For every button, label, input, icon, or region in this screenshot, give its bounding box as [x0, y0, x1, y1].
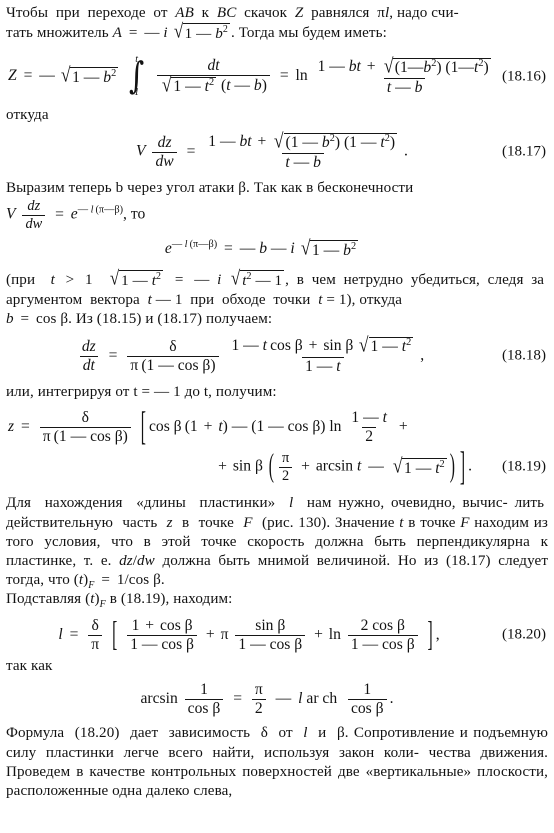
equation-18-19-line2: + sin β (π 2 + arcsin t — √ 1 — t2)]. (18.… — [6, 445, 548, 489]
equation-18-19-line1: z = δπ (1 — cos β) [cos β (1 + t) — (1 —… — [6, 406, 548, 450]
equation-18-18: dz dt = δπ (1 — cos β) 1 — t cos β + sin … — [6, 335, 548, 375]
equation-tag-18-16: (18.16) — [501, 68, 546, 85]
eq-vdzdw-body: V dz dw = e— l (π—β), то — [6, 198, 146, 232]
equation-18-20: l = δπ [ 1 + cos β1 — cos β + π sin β1 —… — [6, 616, 548, 655]
paragraph-1: Чтобы при переходе от AB к BC скачок Z р… — [6, 4, 548, 44]
equation-tag-18-19: (18.19) — [501, 459, 546, 476]
eq-18-16-body: Z = — √ 1 — b2 t ∫ 1 dt √ 1 — t2 (t — b) = ln… — [8, 54, 491, 99]
equation-18-16: Z = — √ 1 — b2 t ∫ 1 dt √ 1 — t2 (t — b) = ln… — [6, 55, 548, 98]
paragraph-8: Формула (18.20) дает зависимость δ от l … — [6, 724, 548, 801]
p6-line1-text: Для нахождения «длины пластинки» l нам н… — [6, 495, 508, 512]
p6-line6-text: Подставляя (t)F в (18.19), находим: — [6, 591, 233, 611]
p4-inline-sqrt-equation: (при t > 1 √ 1 — t2 = — i √ t2 — 1 — [6, 267, 285, 290]
paragraph-3: Выразим теперь b через угол атаки β. Так… — [6, 179, 548, 198]
paragraph-5: или, интегрируя от t = — 1 до t, получим… — [6, 383, 548, 402]
paragraph-2: откуда — [6, 106, 548, 125]
equation-arcsin: arcsin 1 cos β = π2 — l ar ch 1 cos β. — [6, 680, 548, 717]
equation-tag-18-20: (18.20) — [501, 626, 546, 643]
p1-line1-text: Чтобы при переходе от AB к BC скачок Z р… — [6, 5, 459, 21]
eq-18-20-body: l = δπ [ 1 + cos β1 — cos β + π sin β1 —… — [58, 616, 440, 655]
p3-line2-tail: , то — [123, 206, 146, 224]
paragraph-3-inline-equation: V dz dw = e— l (π—β), то — [6, 199, 548, 231]
paragraph-7: так как — [6, 657, 548, 676]
p5-text: или, интегрируя от t = — 1 до t, получим… — [6, 384, 277, 401]
equation-18-17: V dz dw = 1 — bt + √ (1 — b2) (1 — t2) t — … — [6, 130, 548, 172]
p3-line1-text: Выразим теперь b через угол атаки β. Так… — [6, 180, 414, 197]
eq-18-18-body: dz dt = δπ (1 — cos β) 1 — t cos β + sin … — [76, 335, 424, 375]
p4-line3-text: b = cos β. Из (18.15) и (18.17) получаем… — [6, 311, 273, 328]
p7-text: так как — [6, 658, 53, 675]
equation-tag-18-18: (18.18) — [501, 347, 546, 364]
p2-text: откуда — [6, 107, 49, 124]
p8-line1-text: Формула (18.20) дает зависимость δ от l … — [6, 725, 468, 742]
paragraph-4: (при t > 1 √ 1 — t2 = — i √ t2 — 1, в чем … — [6, 267, 548, 330]
equation-exponential: e— l (π—β) = — b — i √ 1 — b2 — [6, 236, 548, 259]
paragraph-6: Для нахождения «длины пластинки» l нам н… — [6, 494, 548, 611]
eq-18-17-body: V dz dw = 1 — bt + √ (1 — b2) (1 — t2) t — … — [136, 130, 408, 172]
eq-18-19-part1: z = δπ (1 — cos β) [cos β (1 + t) — (1 —… — [8, 406, 408, 450]
p4-line1-tail: , в чем нетрудно убедиться, следя — [285, 271, 524, 288]
eq-arcsin-body: arcsin 1 cos β = π2 — l ar ch 1 cos β. — [140, 680, 394, 717]
p1-line2-text: тать множитель A = — i √ 1 — b2. Тогда мы… — [6, 20, 387, 43]
eq-exp-body: e— l (π—β) = — b — i √ 1 — b2 — [164, 236, 359, 259]
equation-tag-18-17: (18.17) — [501, 143, 546, 160]
document-page: Чтобы при переходе от AB к BC скачок Z р… — [0, 0, 554, 833]
eq-18-19-part2: + sin β (π 2 + arcsin t — √ 1 — t2)]. — [218, 445, 472, 489]
